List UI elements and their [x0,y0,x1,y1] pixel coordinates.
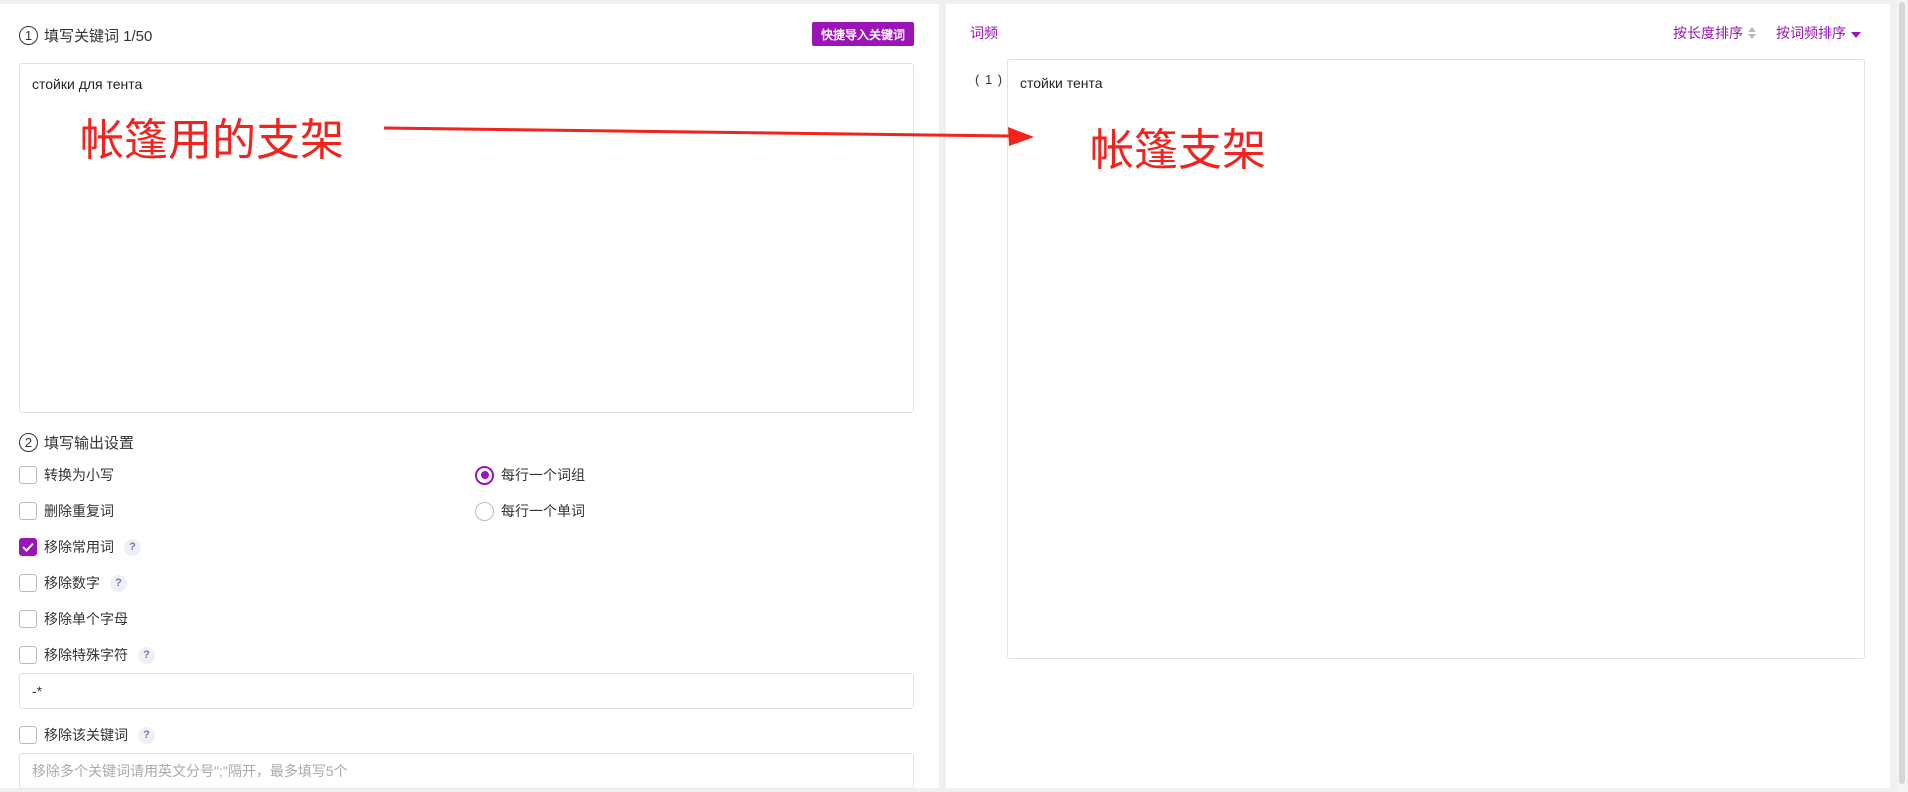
lowercase-checkbox[interactable] [19,466,37,484]
step-1-label: 填写关键词 1/50 [44,28,153,45]
annotation-right-note: 帐篷支架 [1090,125,1266,176]
result-item: стойки тента [1020,75,1103,91]
remove-single-letters-checkbox[interactable] [19,610,37,628]
step-2-title: 2 填写输出设置 [19,432,134,453]
sort-desc-icon [1851,32,1861,38]
sort-arrows-icon [1748,27,1756,39]
remove-numbers-label: 移除数字 [44,575,100,591]
option-per-line-group[interactable]: 每行一个词组 [475,465,585,485]
remove-special-chars-label: 移除特殊字符 [44,647,128,663]
annotation-left-note: 帐篷用的支架 [80,115,344,166]
option-remove-common[interactable]: 移除常用词 ? [19,537,141,557]
remove-special-chars-checkbox[interactable] [19,646,37,664]
remove-common-label: 移除常用词 [44,539,114,555]
special-chars-input[interactable] [19,673,914,709]
tab-word-frequency[interactable]: 词频 [970,23,998,43]
sort-by-length-button[interactable]: 按长度排序 [1673,23,1756,43]
help-icon[interactable]: ? [138,726,155,744]
remove-keyword-label: 移除该关键词 [44,727,128,743]
option-remove-duplicates[interactable]: 删除重复词 [19,501,114,521]
option-lowercase[interactable]: 转换为小写 [19,465,114,485]
per-line-word-radio[interactable] [475,501,494,521]
result-index: ( 1 ) [975,72,1004,87]
option-per-line-word[interactable]: 每行一个单词 [475,501,585,521]
step-2-label: 填写输出设置 [44,435,135,452]
option-remove-special-chars[interactable]: 移除特殊字符 ? [19,645,155,665]
help-icon[interactable]: ? [124,538,141,556]
checkmark-icon [22,542,34,552]
help-icon[interactable]: ? [138,646,155,664]
quick-import-keywords-button[interactable]: 快捷导入关键词 [812,22,914,46]
per-line-group-radio[interactable] [475,465,494,485]
remove-single-letters-label: 移除单个字母 [44,611,128,627]
results-panel: 词频 按长度排序 按词频排序 ( 1 ) стойки тента [946,4,1890,788]
remove-keyword-checkbox[interactable] [19,726,37,744]
page-scrollbar[interactable] [1897,0,1908,792]
option-remove-single-letters[interactable]: 移除单个字母 [19,609,128,629]
remove-common-checkbox[interactable] [19,538,37,556]
scrollbar-thumb[interactable] [1899,2,1905,784]
option-remove-keyword[interactable]: 移除该关键词 ? [19,725,155,745]
sort-by-frequency-label: 按词频排序 [1776,25,1846,41]
sort-by-length-label: 按长度排序 [1673,25,1743,41]
step-number-2: 2 [19,433,38,452]
step-1-title: 1 填写关键词 1/50 [19,25,152,46]
remove-numbers-checkbox[interactable] [19,574,37,592]
remove-duplicates-checkbox[interactable] [19,502,37,520]
step-number-1: 1 [19,26,38,45]
remove-keyword-input[interactable] [19,753,914,789]
per-line-word-label: 每行一个单词 [501,503,585,519]
per-line-group-label: 每行一个词组 [501,467,585,483]
sort-by-frequency-button[interactable]: 按词频排序 [1776,23,1861,43]
lowercase-label: 转换为小写 [44,467,114,483]
remove-duplicates-label: 删除重复词 [44,503,114,519]
option-remove-numbers[interactable]: 移除数字 ? [19,573,127,593]
help-icon[interactable]: ? [110,574,127,592]
